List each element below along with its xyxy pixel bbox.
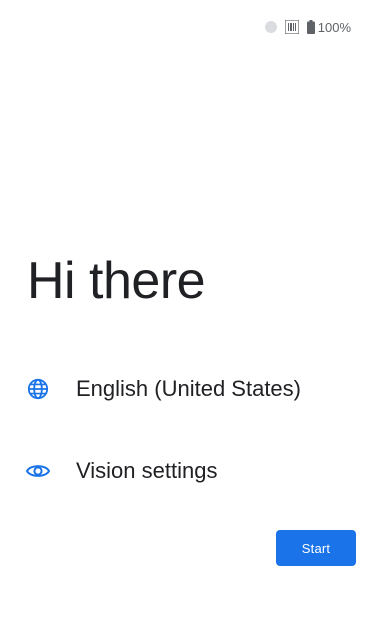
welcome-title: Hi there — [27, 252, 206, 310]
vision-settings-label: Vision settings — [76, 458, 218, 483]
globe-icon — [26, 377, 50, 401]
language-option[interactable]: English (United States) — [26, 376, 301, 402]
eye-icon — [26, 459, 50, 483]
battery-status: 100% — [306, 19, 351, 35]
language-label: English (United States) — [76, 376, 301, 401]
status-bar: 100% — [264, 16, 351, 38]
circle-indicator — [264, 21, 277, 33]
start-button[interactable]: Start — [276, 530, 356, 566]
barcode-scanner-icon — [284, 20, 299, 34]
battery-icon — [306, 20, 315, 34]
battery-percentage: 100% — [317, 19, 351, 35]
vision-settings-option[interactable]: Vision settings — [26, 458, 217, 484]
